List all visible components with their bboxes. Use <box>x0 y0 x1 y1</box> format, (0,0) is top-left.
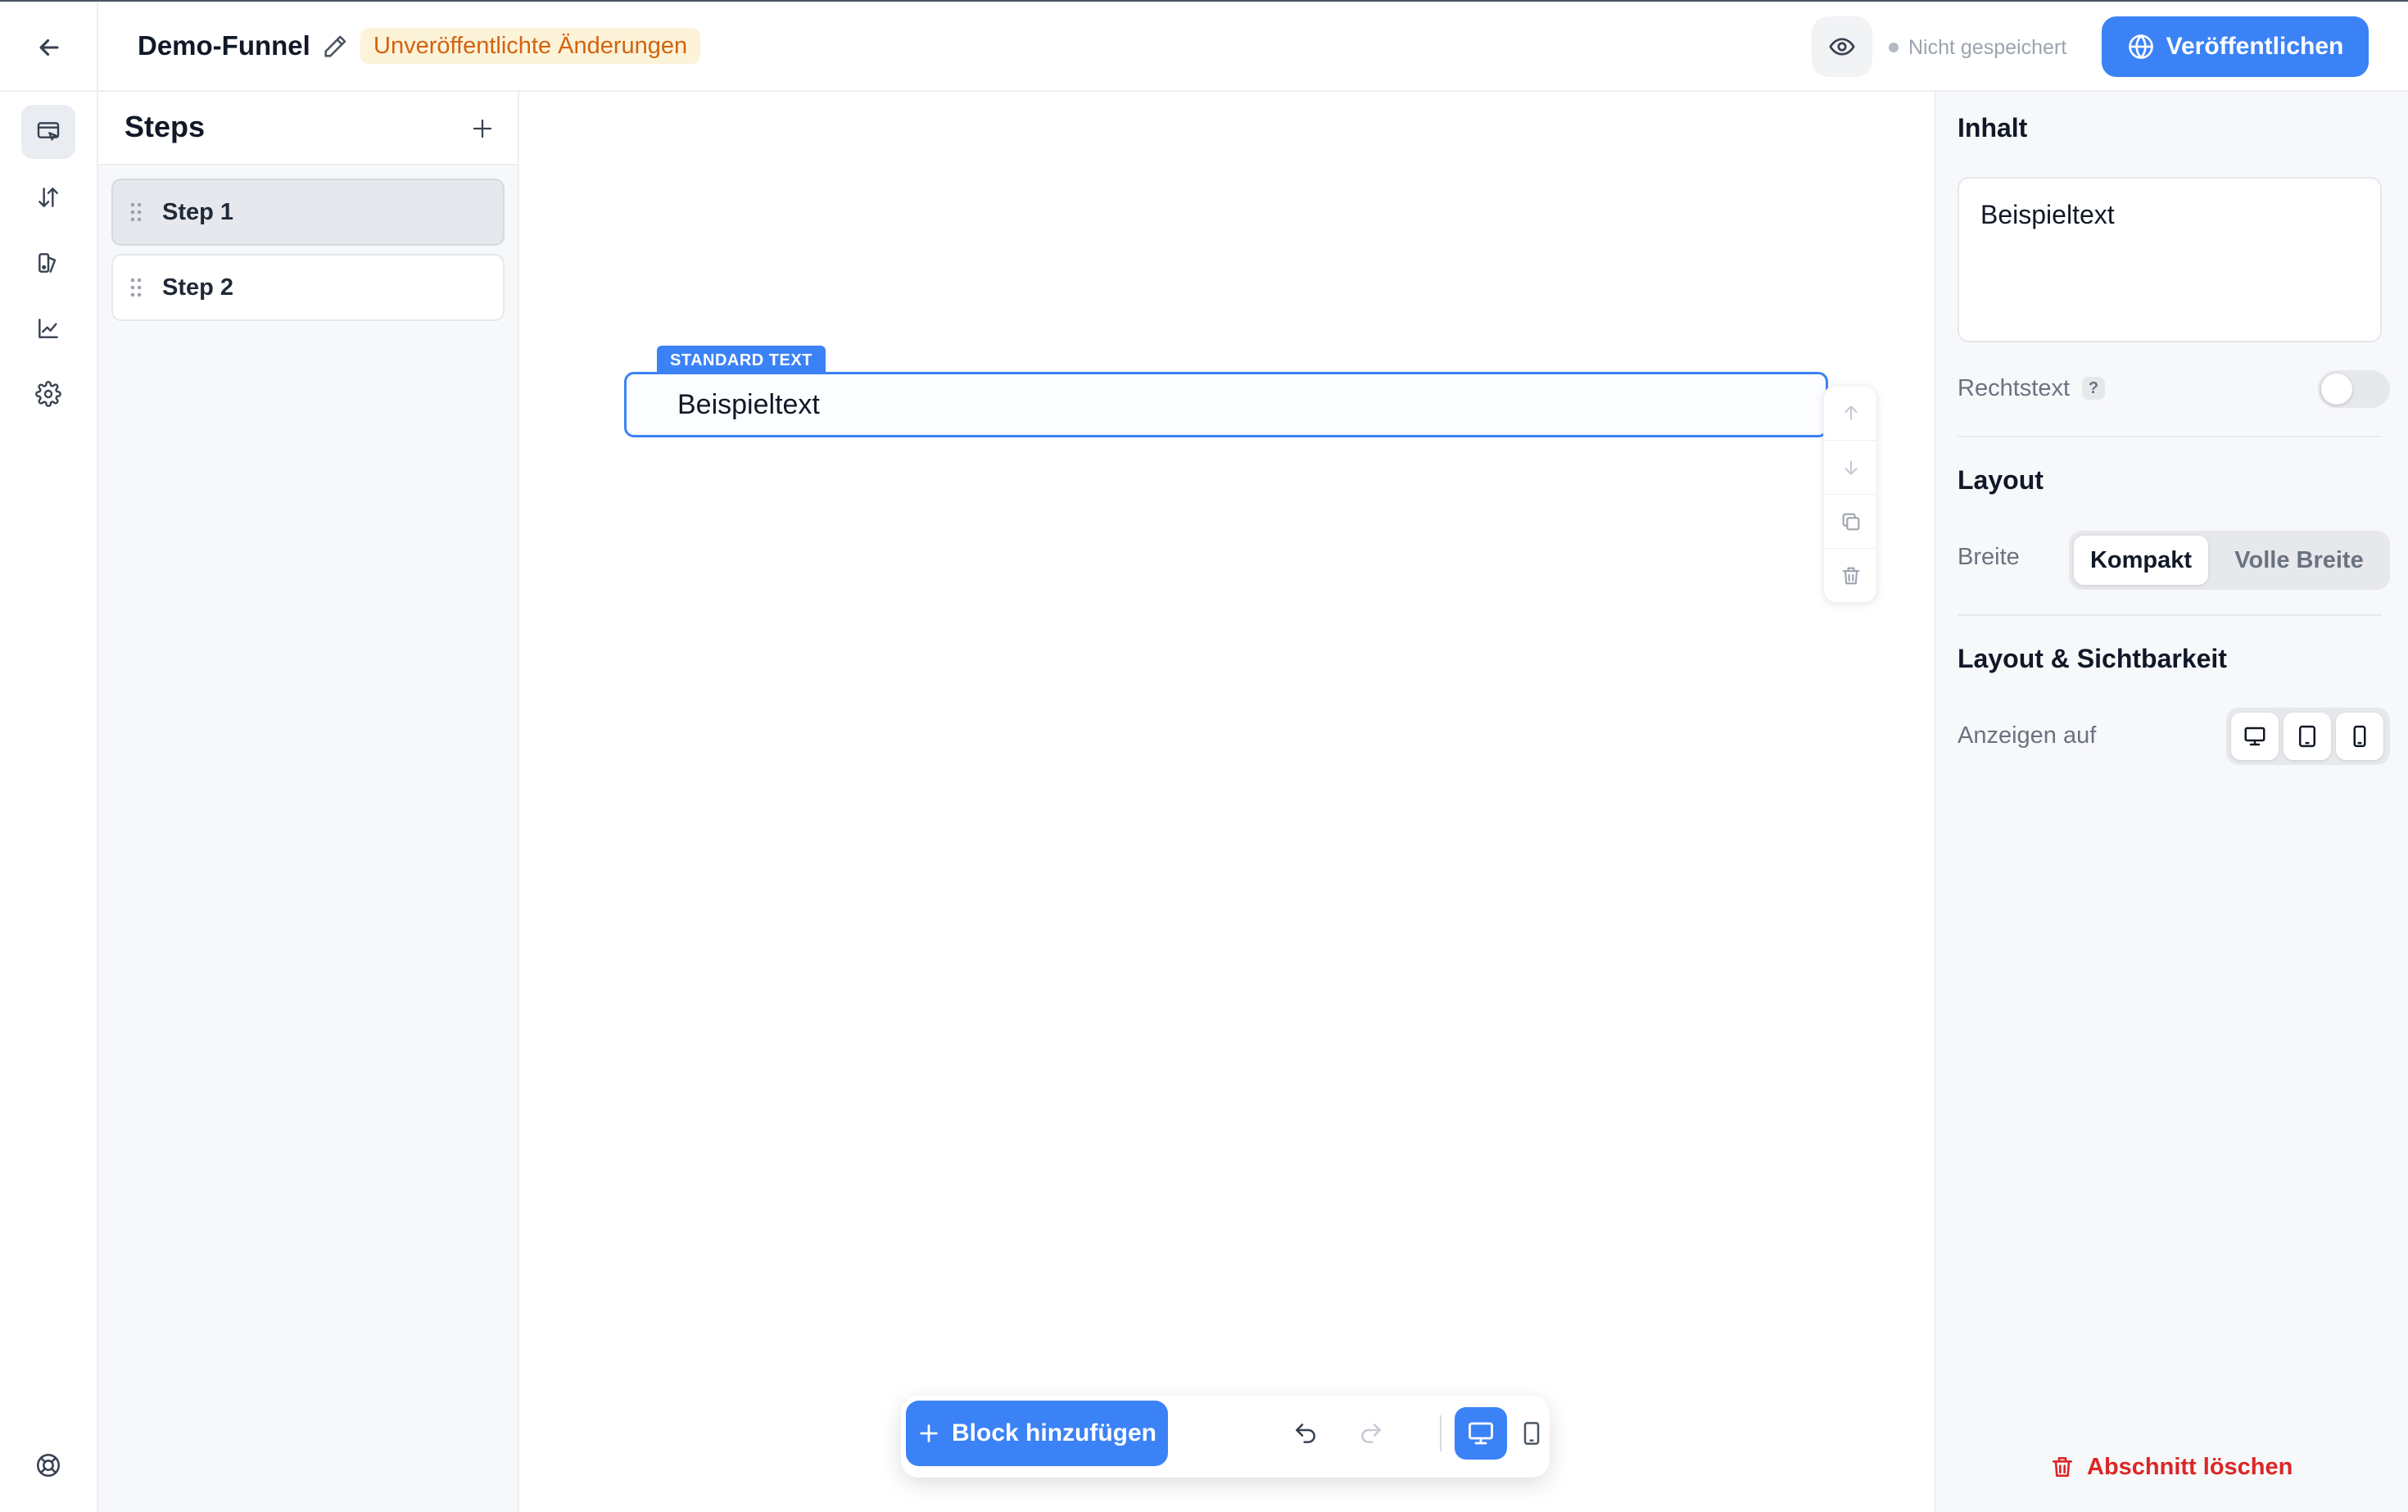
undo-icon <box>1296 1424 1315 1443</box>
rail-item-design[interactable] <box>21 236 75 290</box>
redo-icon <box>1361 1424 1381 1443</box>
legal-text-toggle[interactable] <box>2318 370 2390 408</box>
width-label: Breite <box>1958 544 2020 570</box>
layout-section-title: Layout <box>1958 465 2044 495</box>
status-dot <box>1889 43 1899 52</box>
arrow-down-icon <box>1844 459 1858 475</box>
toolbar-separator <box>1440 1415 1442 1451</box>
editor-icon <box>37 122 60 141</box>
funnel-title: Demo-Funnel <box>138 30 310 61</box>
help-lifebuoy-icon <box>36 1453 61 1478</box>
pencil-icon[interactable] <box>321 33 349 61</box>
design-icon <box>38 253 57 273</box>
step-label: Step 2 <box>162 274 234 301</box>
redo-button[interactable] <box>1345 1407 1397 1460</box>
mobile-preview-button[interactable] <box>1514 1407 1550 1460</box>
trash-icon <box>2053 1457 2072 1477</box>
sort-arrows-icon <box>38 188 58 207</box>
move-up-button[interactable] <box>1824 386 1878 440</box>
publish-button[interactable]: Veröffentlichen <box>2102 16 2369 77</box>
copy-icon <box>1842 513 1860 530</box>
unsaved-changes-badge: Unveröffentlichte Änderungen <box>360 28 701 64</box>
steps-title: Steps <box>124 110 206 143</box>
visibility-section-title: Layout & Sichtbarkeit <box>1958 644 2227 673</box>
add-block-button[interactable]: Block hinzufügen <box>906 1401 1168 1466</box>
rail-item-editor[interactable] <box>21 105 75 159</box>
content-section-title: Inhalt <box>1958 113 2028 143</box>
block-actions-toolbar <box>1823 385 1878 603</box>
help-icon[interactable]: ? <box>2082 377 2105 400</box>
drag-handle-icon[interactable] <box>128 201 144 223</box>
publish-label: Veröffentlichen <box>2166 33 2344 60</box>
legal-text-label: Rechtstext <box>1958 375 2070 401</box>
width-segmented-control: Kompakt Volle Breite <box>2069 531 2390 590</box>
rail-item-help[interactable] <box>21 1438 75 1492</box>
back-button[interactable] <box>23 21 75 74</box>
properties-panel: Inhalt Beispieltext Rechtstext ? Layout … <box>1935 92 2408 1512</box>
step-item-1[interactable]: Step 1 <box>111 179 505 246</box>
analytics-icon <box>38 319 58 338</box>
globe-icon <box>2128 34 2153 59</box>
content-value[interactable]: Beispieltext <box>1980 200 2115 230</box>
undo-button[interactable] <box>1279 1407 1332 1460</box>
rail-item-settings[interactable] <box>21 367 75 421</box>
width-option-full[interactable]: Volle Breite <box>2213 536 2385 585</box>
save-status-text: Nicht gespeichert <box>1908 35 2067 59</box>
show-on-desktop-toggle[interactable] <box>2231 713 2279 760</box>
steps-panel: Steps Step 1 Step 2 <box>98 92 519 1512</box>
trash-icon <box>1842 567 1860 584</box>
left-nav-rail <box>0 92 98 1512</box>
desktop-icon <box>1469 1422 1493 1445</box>
steps-header: Steps <box>98 92 518 165</box>
arrow-up-icon <box>1844 405 1858 420</box>
show-on-tablet-toggle[interactable] <box>2284 713 2331 760</box>
delete-section-label: Abschnitt löschen <box>2087 1453 2293 1480</box>
gear-icon <box>35 381 61 407</box>
divider <box>97 2 98 93</box>
preview-button[interactable] <box>1812 16 1872 77</box>
toggle-knob <box>2321 373 2352 405</box>
drag-handle-icon[interactable] <box>128 277 144 298</box>
top-bar: Demo-Funnel Unveröffentlichte Änderungen… <box>0 0 2408 93</box>
mobile-icon <box>1523 1422 1540 1445</box>
mobile-icon <box>2353 725 2366 748</box>
device-visibility-group <box>2226 708 2390 765</box>
divider <box>1958 436 2382 437</box>
width-option-compact[interactable]: Kompakt <box>2074 536 2208 585</box>
show-on-label: Anzeigen auf <box>1958 722 2097 749</box>
rail-item-sort[interactable] <box>21 170 75 224</box>
add-block-label: Block hinzufügen <box>952 1419 1156 1446</box>
editor-canvas: STANDARD TEXT Beispieltext Block hinzufü… <box>519 92 1935 1512</box>
delete-block-button[interactable] <box>1824 548 1878 602</box>
plus-icon <box>473 119 492 138</box>
step-label: Step 1 <box>162 198 234 225</box>
divider <box>1958 614 2382 616</box>
block-type-tag: STANDARD TEXT <box>657 346 826 375</box>
desktop-preview-button[interactable] <box>1455 1407 1507 1460</box>
content-textarea[interactable]: Beispieltext <box>1958 177 2382 342</box>
eye-icon <box>1829 38 1855 56</box>
step-item-2[interactable]: Step 2 <box>111 254 505 321</box>
plus-icon <box>920 1424 938 1442</box>
bottom-toolbar: Block hinzufügen <box>901 1396 1550 1478</box>
rail-item-analytics[interactable] <box>21 301 75 355</box>
save-status: Nicht gespeichert <box>1889 31 2066 64</box>
show-on-mobile-toggle[interactable] <box>2336 713 2383 760</box>
add-step-button[interactable] <box>464 110 501 147</box>
delete-section-button[interactable]: Abschnitt löschen <box>2049 1446 2293 1487</box>
text-block-selected[interactable]: Beispieltext <box>624 372 1828 437</box>
arrow-left-icon <box>39 38 59 57</box>
desktop-icon <box>2244 727 2265 746</box>
text-block-content[interactable]: Beispieltext <box>677 389 820 421</box>
tablet-icon <box>2299 725 2315 748</box>
move-down-button[interactable] <box>1824 440 1878 494</box>
duplicate-button[interactable] <box>1824 494 1878 548</box>
